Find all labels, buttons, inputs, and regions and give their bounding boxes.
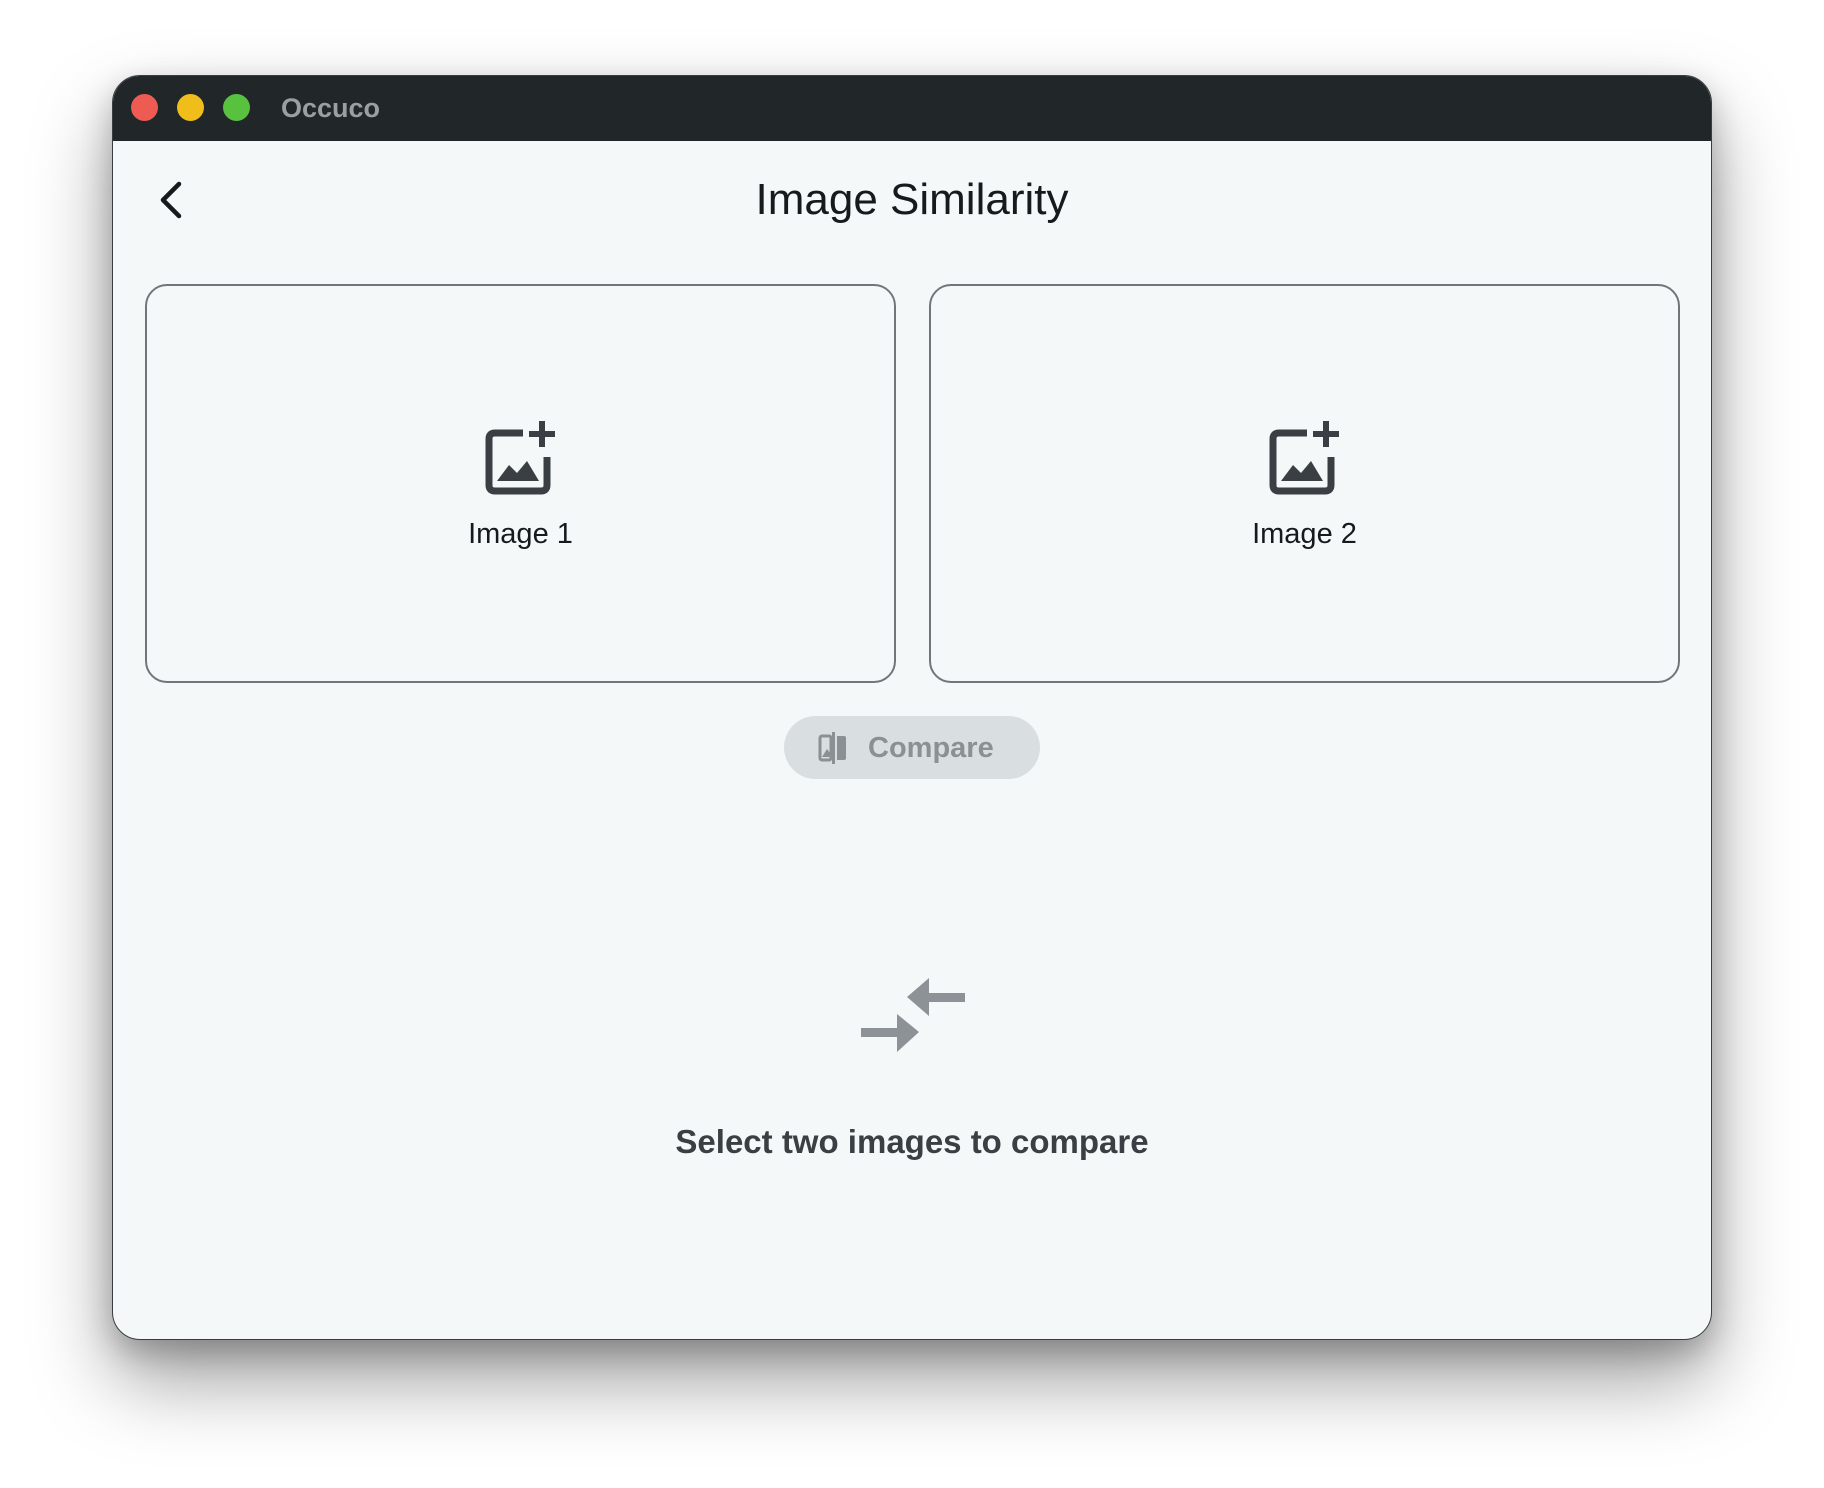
chevron-left-icon [160, 181, 182, 219]
app-window: Occuco Image Similarity Image 1 Image 2 [112, 75, 1712, 1340]
compare-button[interactable]: Compare [784, 716, 1040, 779]
compare-button-label: Compare [868, 732, 994, 764]
image-2-drop-zone[interactable]: Image 2 [929, 284, 1680, 683]
minimize-window-button[interactable] [177, 94, 204, 121]
title-bar: Occuco [113, 76, 1711, 141]
image-2-label: Image 2 [1252, 518, 1357, 550]
empty-state-message: Select two images to compare [675, 1123, 1149, 1160]
image-1-label: Image 1 [468, 518, 573, 550]
compare-icon [818, 732, 846, 764]
maximize-window-button[interactable] [223, 94, 250, 121]
close-window-button[interactable] [131, 94, 158, 121]
image-1-drop-zone[interactable]: Image 1 [145, 284, 896, 683]
add-photo-icon [1269, 421, 1339, 495]
compare-arrows-icon [861, 978, 965, 1052]
page-title: Image Similarity [755, 175, 1069, 224]
add-photo-icon [485, 421, 555, 495]
back-button[interactable] [149, 172, 197, 228]
app-title: Occuco [281, 93, 381, 123]
